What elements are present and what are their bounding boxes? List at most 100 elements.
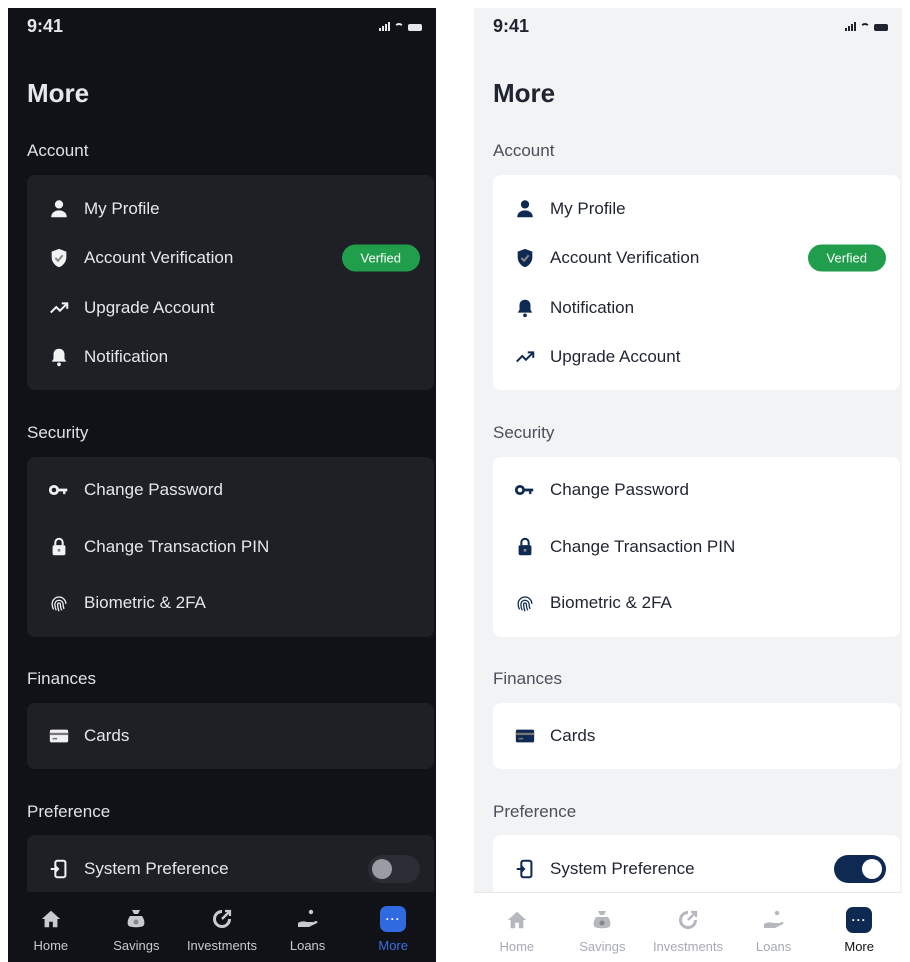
- toggle-knob: [862, 859, 882, 879]
- system-preference-icon: [513, 857, 537, 881]
- verified-badge: Verfied: [341, 244, 420, 272]
- user-icon: [513, 197, 537, 221]
- bell-icon: [513, 296, 537, 320]
- menu-item-system-preference[interactable]: System Preference: [27, 849, 434, 889]
- menu-item-cards[interactable]: Cards: [27, 716, 434, 756]
- menu-item-label: Notification: [84, 347, 169, 366]
- wifi-icon: [860, 23, 870, 31]
- menu-item-label: System Preference: [84, 859, 229, 878]
- finances-card: Cards: [493, 703, 900, 769]
- home-icon: [504, 907, 530, 933]
- tab-home[interactable]: Home: [474, 893, 560, 962]
- menu-item-label: My Profile: [84, 199, 160, 218]
- status-icons: [845, 22, 888, 31]
- tab-home[interactable]: Home: [8, 892, 94, 962]
- section-account-heading: Account: [27, 141, 89, 160]
- tab-loans[interactable]: Loans: [731, 893, 817, 962]
- signal-icon: [379, 22, 390, 31]
- tab-savings[interactable]: Savings: [560, 893, 646, 962]
- tab-label: Savings: [113, 938, 160, 953]
- lock-icon: [513, 535, 537, 559]
- menu-item-label: Change Transaction PIN: [550, 537, 736, 556]
- tab-label: More: [378, 938, 408, 953]
- menu-item-label: Upgrade Account: [550, 347, 681, 366]
- bottom-tab-bar: Home Savings Investments Loans ··· More: [474, 892, 902, 962]
- tab-label: Loans: [289, 938, 326, 953]
- fingerprint-icon: [47, 591, 71, 615]
- page-title: More: [493, 78, 556, 108]
- system-preference-toggle[interactable]: [368, 855, 420, 883]
- credit-card-icon: [513, 724, 537, 748]
- menu-item-change-pin[interactable]: Change Transaction PIN: [493, 527, 900, 567]
- loan-hand-icon: [295, 906, 321, 932]
- menu-item-label: My Profile: [550, 199, 626, 218]
- section-security-heading: Security: [493, 423, 555, 442]
- key-icon: [513, 478, 537, 502]
- menu-item-account-verification[interactable]: Account Verification Verfied: [493, 238, 900, 278]
- menu-item-my-profile[interactable]: My Profile: [27, 189, 434, 229]
- phone-dark: 9:41 More Account My Profile Account Ver…: [8, 8, 436, 962]
- menu-item-upgrade-account[interactable]: Upgrade Account: [493, 337, 900, 377]
- finances-card: Cards: [27, 703, 434, 769]
- tab-investments[interactable]: Investments: [645, 893, 731, 962]
- bottom-tab-bar: Home Savings Investments Loans ··· More: [8, 892, 436, 962]
- more-icon: ···: [380, 906, 407, 932]
- tab-label: More: [844, 939, 874, 954]
- tab-label: Savings: [579, 939, 626, 954]
- menu-item-label: Change Password: [84, 480, 223, 499]
- trending-up-icon: [47, 296, 71, 320]
- menu-item-notification[interactable]: Notification: [493, 288, 900, 328]
- tab-more[interactable]: ··· More: [816, 893, 902, 962]
- tab-label: Home: [33, 938, 69, 953]
- menu-item-label: Biometric & 2FA: [550, 593, 672, 612]
- credit-card-icon: [47, 724, 71, 748]
- status-bar: 9:41: [8, 8, 436, 48]
- menu-item-biometric[interactable]: Biometric & 2FA: [493, 583, 900, 623]
- tab-more[interactable]: ··· More: [350, 892, 436, 962]
- tab-label: Home: [499, 939, 535, 954]
- tab-savings[interactable]: Savings: [94, 892, 180, 962]
- money-bag-icon: [123, 906, 149, 932]
- menu-item-change-password[interactable]: Change Password: [27, 470, 434, 510]
- section-finances-heading: Finances: [27, 669, 96, 688]
- bell-icon: [47, 345, 71, 369]
- lock-icon: [47, 535, 71, 559]
- section-finances-heading: Finances: [493, 669, 562, 688]
- tab-label: Investments: [652, 939, 724, 954]
- status-time: 9:41: [27, 16, 64, 36]
- menu-item-upgrade-account[interactable]: Upgrade Account: [27, 288, 434, 328]
- loan-hand-icon: [761, 907, 787, 933]
- menu-item-my-profile[interactable]: My Profile: [493, 189, 900, 229]
- menu-item-account-verification[interactable]: Account Verification Verfied: [27, 238, 434, 278]
- investment-icon: [675, 907, 701, 933]
- signal-icon: [845, 22, 856, 31]
- battery-icon: [408, 24, 422, 31]
- menu-item-label: Upgrade Account: [84, 298, 215, 317]
- user-icon: [47, 197, 71, 221]
- system-preference-icon: [47, 857, 71, 881]
- menu-item-cards[interactable]: Cards: [493, 716, 900, 756]
- tab-investments[interactable]: Investments: [179, 892, 265, 962]
- key-icon: [47, 478, 71, 502]
- menu-item-notification[interactable]: Notification: [27, 337, 434, 377]
- investment-icon: [209, 906, 235, 932]
- system-preference-toggle[interactable]: [834, 855, 886, 883]
- menu-item-label: Notification: [550, 298, 635, 317]
- fingerprint-icon: [513, 591, 537, 615]
- menu-item-label: Change Password: [550, 480, 689, 499]
- menu-item-biometric[interactable]: Biometric & 2FA: [27, 583, 434, 623]
- tab-label: Investments: [186, 938, 258, 953]
- menu-item-change-pin[interactable]: Change Transaction PIN: [27, 527, 434, 567]
- page-title: More: [27, 78, 90, 108]
- section-preference-heading: Preference: [493, 802, 577, 821]
- status-time: 9:41: [493, 16, 530, 36]
- section-security-heading: Security: [27, 423, 89, 442]
- tab-label: Loans: [755, 939, 792, 954]
- account-card: My Profile Account Verification Verfied …: [27, 175, 434, 390]
- menu-item-system-preference[interactable]: System Preference: [493, 849, 900, 889]
- menu-item-change-password[interactable]: Change Password: [493, 470, 900, 510]
- status-icons: [379, 22, 422, 31]
- phone-light: 9:41 More Account My Profile Account Ver…: [474, 8, 902, 962]
- section-preference-heading: Preference: [27, 802, 111, 821]
- tab-loans[interactable]: Loans: [265, 892, 351, 962]
